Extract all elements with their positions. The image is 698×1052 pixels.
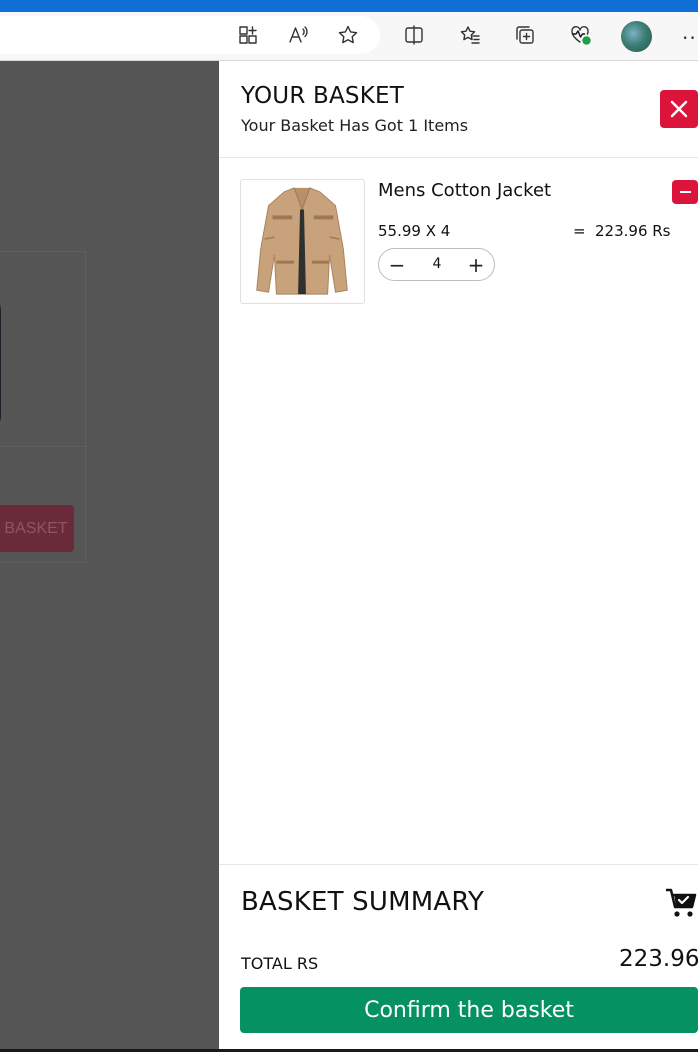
close-basket-button[interactable] [660, 90, 698, 128]
divider [219, 157, 698, 158]
equals-sign: = [573, 222, 586, 240]
split-screen-icon[interactable] [401, 22, 427, 48]
more-options-icon[interactable]: ··· [682, 26, 698, 50]
confirm-basket-button[interactable]: Confirm the basket [240, 987, 698, 1033]
read-aloud-icon[interactable] [285, 22, 311, 48]
background-page-overlay[interactable]: BASKET [0, 61, 219, 1052]
basket-subtitle: Your Basket Has Got 1 Items [241, 116, 469, 135]
item-line-total: 223.96 Rs [595, 222, 671, 240]
item-name: Mens Cotton Jacket [378, 180, 552, 201]
divider [219, 864, 698, 865]
summary-title: BASKET SUMMARY [241, 887, 485, 917]
apps-add-icon[interactable] [235, 22, 261, 48]
item-price-quantity: 55.99 X 4 [378, 222, 451, 240]
remove-item-button[interactable] [672, 180, 698, 204]
collections-icon[interactable] [512, 22, 538, 48]
total-value: 223.96 [619, 946, 698, 972]
item-image [240, 179, 365, 304]
basket-panel: YOUR BASKET Your Basket Has Got 1 Items … [219, 61, 698, 1052]
browser-toolbar: ··· [0, 12, 698, 61]
profile-avatar[interactable] [621, 21, 652, 52]
window-title-strip [0, 0, 698, 12]
close-icon [670, 100, 688, 118]
decrease-quantity-button[interactable]: − [381, 249, 413, 280]
cart-check-icon [665, 887, 698, 919]
background-product-image [0, 282, 1, 432]
minus-icon [679, 191, 691, 193]
favorite-star-icon[interactable] [335, 22, 361, 48]
total-label: TOTAL RS [241, 954, 319, 973]
quantity-stepper: − 4 + [378, 248, 495, 281]
increase-quantity-button[interactable]: + [460, 249, 492, 280]
quantity-value[interactable]: 4 [415, 249, 459, 280]
browser-essentials-icon[interactable] [567, 22, 593, 48]
background-add-to-basket-button: BASKET [0, 505, 74, 552]
basket-title: YOUR BASKET [241, 83, 404, 109]
address-bar[interactable] [0, 16, 380, 54]
favorites-icon[interactable] [457, 22, 483, 48]
divider [0, 446, 87, 447]
jacket-image [256, 187, 348, 295]
